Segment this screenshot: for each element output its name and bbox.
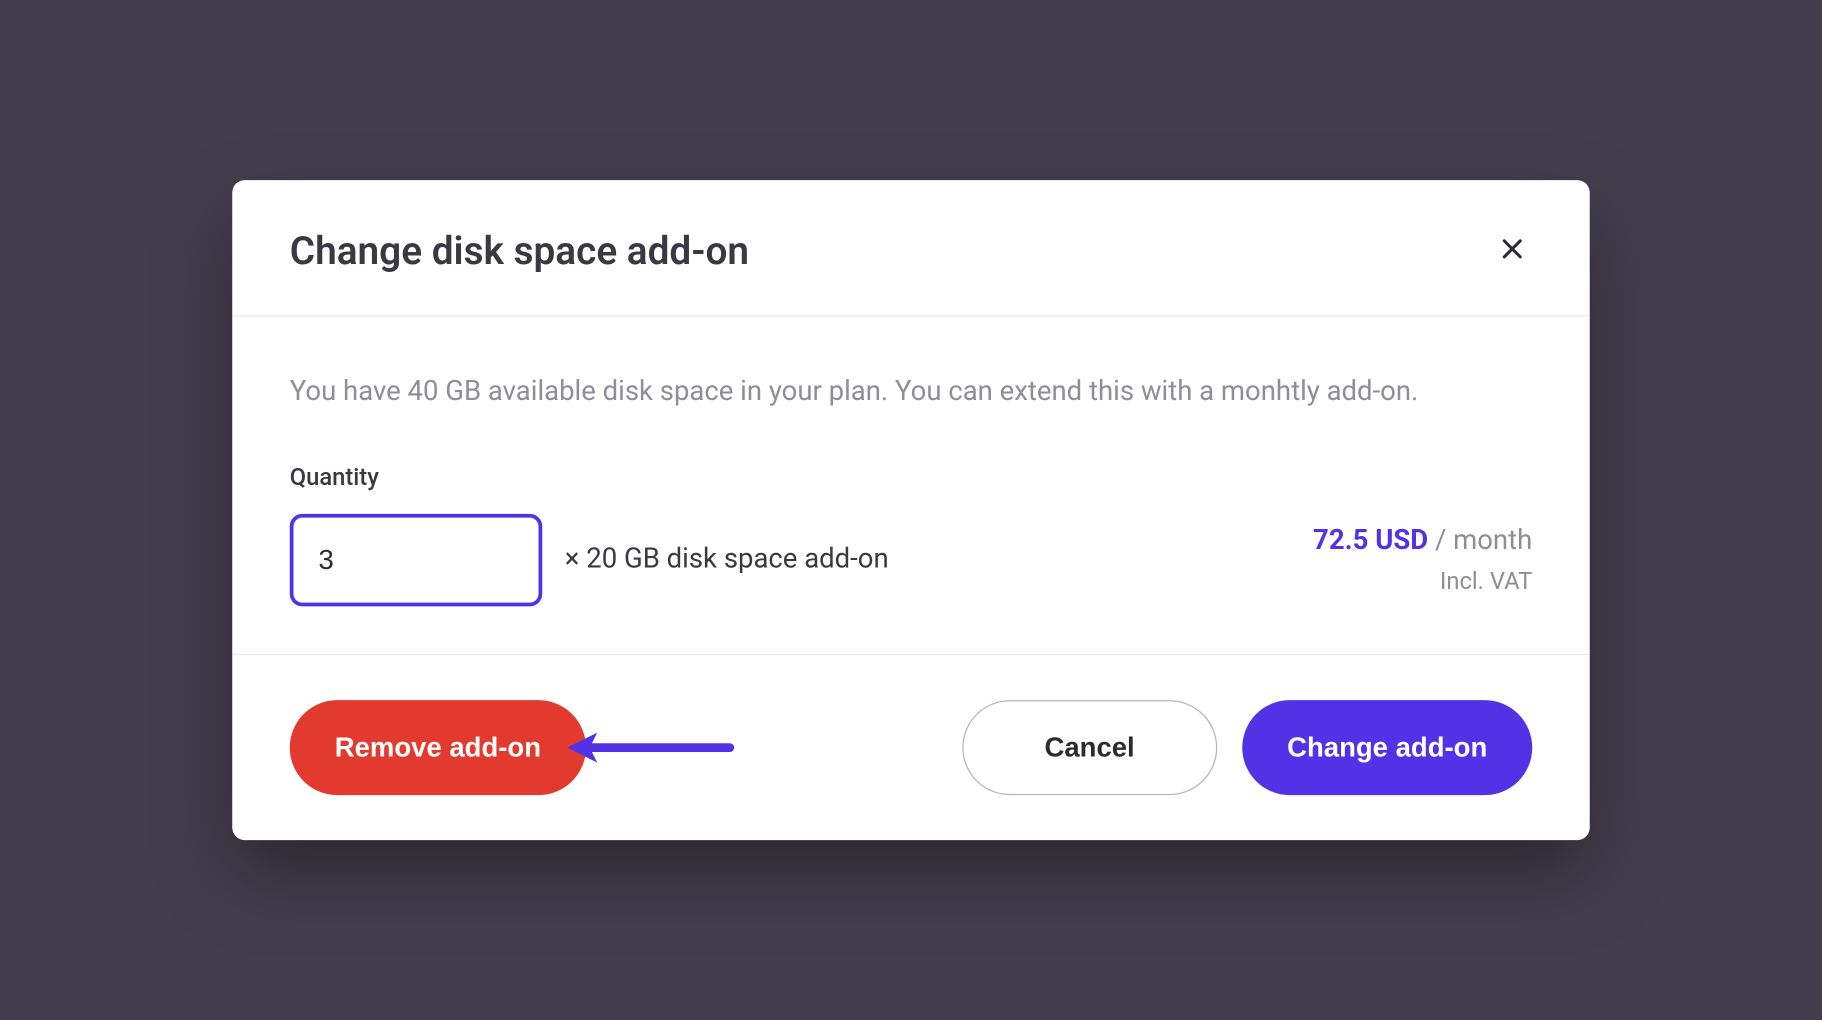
- change-disk-space-modal: Change disk space add-on You have 40 GB …: [232, 180, 1590, 840]
- modal-body: You have 40 GB available disk space in y…: [232, 316, 1590, 653]
- close-icon: [1499, 235, 1527, 266]
- price-line: 72.5 USD / month: [1313, 525, 1532, 556]
- cancel-button[interactable]: Cancel: [962, 700, 1217, 795]
- modal-description: You have 40 GB available disk space in y…: [290, 374, 1533, 412]
- callout-arrow-icon: [560, 726, 735, 769]
- modal-wrapper: Change disk space add-on You have 40 GB …: [232, 180, 1590, 840]
- modal-header: Change disk space add-on: [232, 180, 1590, 316]
- quantity-input[interactable]: [290, 514, 543, 607]
- quantity-row: × 20 GB disk space add-on 72.5 USD / mon…: [290, 514, 1533, 607]
- remove-addon-button[interactable]: Remove add-on: [290, 700, 586, 795]
- quantity-label: Quantity: [290, 462, 1533, 491]
- close-button[interactable]: [1485, 223, 1540, 278]
- modal-title: Change disk space add-on: [290, 227, 749, 273]
- price-per: / month: [1428, 525, 1532, 556]
- addon-unit-label: × 20 GB disk space add-on: [565, 544, 889, 575]
- price-block: 72.5 USD / month Incl. VAT: [1313, 525, 1532, 595]
- modal-footer: Remove add-on Cancel Change add-on: [232, 654, 1590, 840]
- price-note: Incl. VAT: [1313, 566, 1532, 595]
- change-addon-button[interactable]: Change add-on: [1242, 700, 1532, 795]
- price-amount: 72.5 USD: [1313, 525, 1428, 556]
- backdrop: Change disk space add-on You have 40 GB …: [0, 0, 1822, 1020]
